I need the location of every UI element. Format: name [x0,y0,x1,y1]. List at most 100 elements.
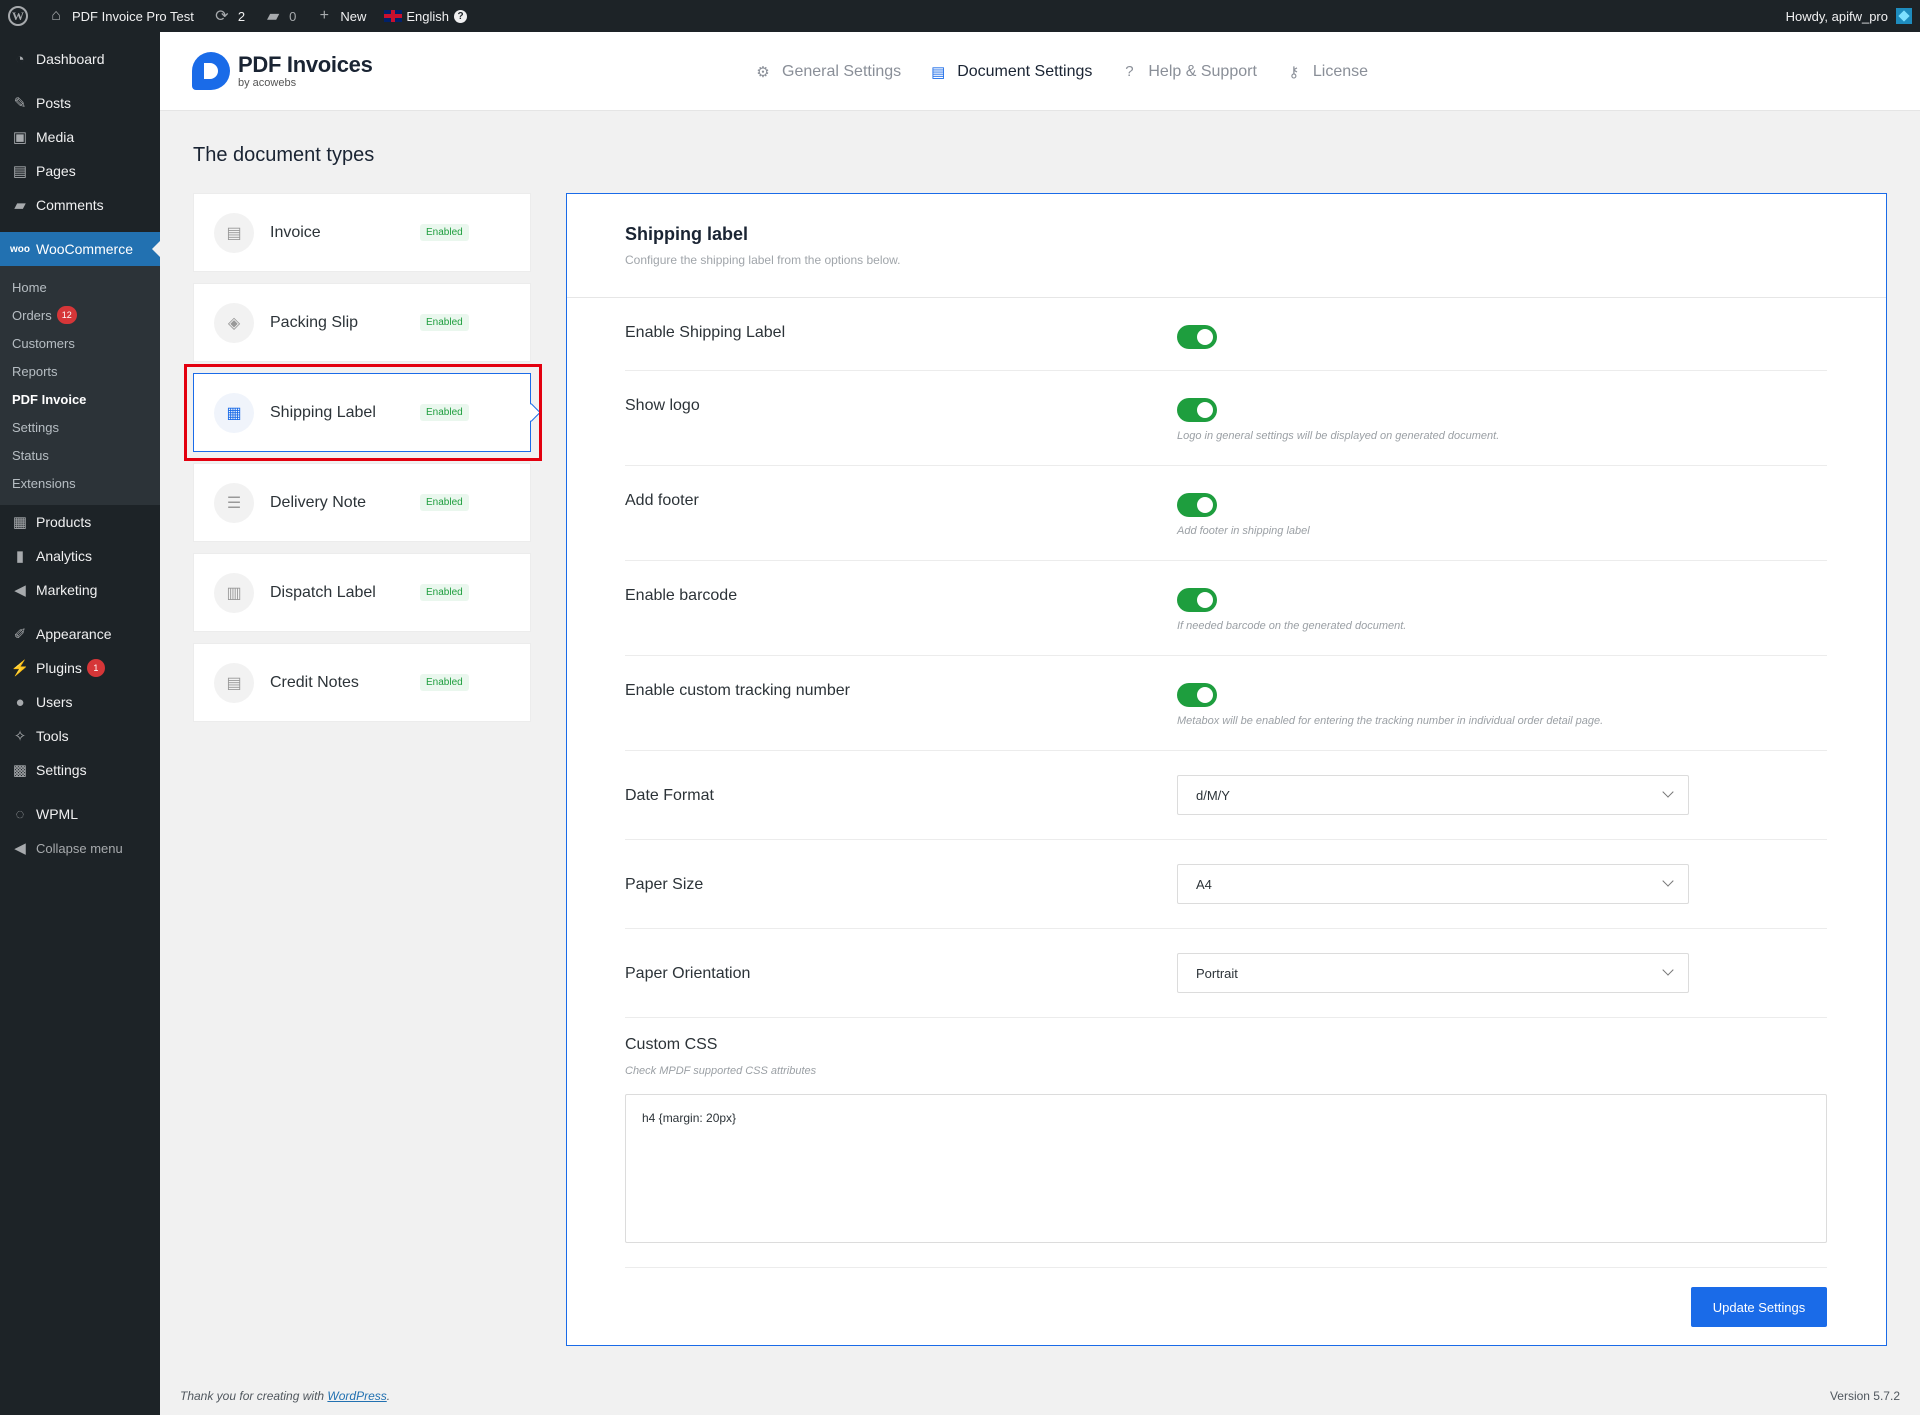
setting-label: Paper Orientation [625,965,751,982]
sidebar-item-woocommerce[interactable]: woo WooCommerce [0,232,160,266]
date-format-select[interactable]: d/M/Y [1177,775,1689,815]
show-logo-toggle[interactable] [1177,398,1217,422]
doc-card-packing-slip[interactable]: ◈ Packing Slip Enabled [193,283,531,362]
tab-general-settings[interactable]: ⚙ General Settings [754,63,901,81]
sidebar-item-label: Appearance [36,626,112,642]
submenu-label: PDF Invoice [12,391,87,407]
status-badge: Enabled [420,584,469,601]
submenu-item-home[interactable]: Home [0,273,160,301]
doc-card-credit-notes[interactable]: ▤ Credit Notes Enabled [193,643,531,722]
submenu-label: Orders [12,307,52,323]
sidebar-item-appearance[interactable]: ✐ Appearance [0,617,160,651]
sidebar-item-media[interactable]: ▣ Media [0,120,160,154]
help-circle-icon: ? [1125,63,1134,80]
sidebar-item-users[interactable]: ● Users [0,685,160,719]
sidebar-item-analytics[interactable]: ▮ Analytics [0,539,160,573]
doc-card-invoice[interactable]: ▤ Invoice Enabled [193,193,531,272]
setting-description: Add footer in shipping label [1177,525,1310,537]
chevron-down-icon [1662,964,1674,976]
page-title: The document types [193,144,375,166]
updates-link[interactable]: ⟳ 2 [203,0,254,32]
add-footer-toggle[interactable] [1177,493,1217,517]
enable-shipping-label-toggle[interactable] [1177,325,1217,349]
tab-label: Document Settings [957,62,1093,80]
sidebar-item-label: WPML [36,806,78,822]
doc-card-delivery-note[interactable]: ☰ Delivery Note Enabled [193,463,531,542]
custom-tracking-toggle[interactable] [1177,683,1217,707]
sidebar-item-tools[interactable]: ✧ Tools [0,719,160,753]
panel-subtitle: Configure the shipping label from the op… [625,253,901,267]
submenu-item-settings[interactable]: Settings [0,413,160,441]
updates-count: 2 [237,8,246,24]
select-value: Portrait [1196,965,1238,981]
submenu-item-extensions[interactable]: Extensions [0,469,160,497]
submenu-item-status[interactable]: Status [0,441,160,469]
sidebar-item-settings[interactable]: ▩ Settings [0,753,160,787]
sidebar-item-label: Analytics [36,548,93,564]
settings-icon: ▩ [12,762,28,779]
submenu-label: Settings [12,419,59,435]
sidebar-item-label: Pages [36,163,76,179]
new-label: New [340,8,367,24]
wordpress-link[interactable]: WordPress [327,1389,386,1403]
language-switcher[interactable]: English ? [375,0,476,32]
setting-row-paper-size: Paper Size A4 [625,840,1827,929]
submenu-item-orders[interactable]: Orders 12 [0,301,160,329]
sidebar-item-marketing[interactable]: ◀ Marketing [0,573,160,607]
update-settings-button[interactable]: Update Settings [1691,1287,1827,1327]
setting-label: Date Format [625,787,714,804]
submenu-label: Extensions [12,475,76,491]
tab-license[interactable]: ⚷ License [1285,63,1368,81]
sidebar-item-comments[interactable]: ▰ Comments [0,188,160,222]
orders-count-badge: 12 [56,306,77,324]
submenu-item-pdf-invoice[interactable]: PDF Invoice [0,385,160,413]
doc-card-dispatch-label[interactable]: ▥ Dispatch Label Enabled [193,553,531,632]
comments-link[interactable]: ▰ 0 [254,0,305,32]
admin-bar: W ⌂ PDF Invoice Pro Test ⟳ 2 ▰ 0 + New E… [0,0,1920,32]
paper-orientation-select[interactable]: Portrait [1177,953,1689,993]
sidebar-item-wpml[interactable]: ◌ WPML [0,797,160,831]
new-content-link[interactable]: + New [305,0,375,32]
doc-name: Invoice [270,223,321,241]
comment-icon: ▰ [266,8,280,25]
custom-css-textarea[interactable]: h4 {margin: 20px} [625,1094,1827,1243]
setting-label: Enable barcode [625,587,738,604]
doc-name: Dispatch Label [270,583,376,601]
status-badge: Enabled [420,494,469,511]
select-value: A4 [1196,876,1212,892]
sidebar-item-products[interactable]: ▦ Products [0,505,160,539]
setting-label: Enable custom tracking number [625,682,850,699]
sidebar-item-posts[interactable]: ✎ Posts [0,86,160,120]
chevron-down-icon [1662,875,1674,887]
products-icon: ▦ [12,514,28,531]
delivery-icon: ☰ [214,482,254,523]
sidebar-item-pages[interactable]: ▤ Pages [0,154,160,188]
sidebar-item-plugins[interactable]: ⚡ Plugins 1 [0,651,160,685]
submenu-item-reports[interactable]: Reports [0,357,160,385]
paper-size-select[interactable]: A4 [1177,864,1689,904]
setting-label: Add footer [625,492,699,509]
brush-icon: ✐ [13,626,27,643]
collapse-menu-button[interactable]: ◀ Collapse menu [0,831,160,865]
howdy-text: Howdy, apifw_pro [1785,8,1888,24]
wordpress-menu[interactable]: W [0,0,37,32]
enable-barcode-toggle[interactable] [1177,588,1217,612]
tab-help-support[interactable]: ? Help & Support [1120,63,1257,81]
plugins-icon: ⚡ [10,660,30,677]
admin-sidebar: ◔ Dashboard ✎ Posts ▣ Media ▤ Pages ▰ Co… [0,32,160,1415]
submenu-item-customers[interactable]: Customers [0,329,160,357]
language-label: English [406,8,449,24]
panel-header: Shipping label Configure the shipping la… [567,194,1886,298]
tab-document-settings[interactable]: ▤ Document Settings [929,63,1092,81]
my-account[interactable]: Howdy, apifw_pro [1786,0,1920,32]
setting-label: Custom CSS [625,1036,718,1053]
setting-row-paper-orientation: Paper Orientation Portrait [625,929,1827,1018]
site-name-link[interactable]: ⌂ PDF Invoice Pro Test [37,0,203,32]
sidebar-item-label: Media [36,129,75,145]
barcode-icon: ▥ [214,572,254,613]
sidebar-item-dashboard[interactable]: ◔ Dashboard [0,42,160,76]
select-value: d/M/Y [1196,787,1230,803]
tab-label: General Settings [782,62,902,80]
logo-subtitle: by acowebs [238,77,297,89]
document-icon: ▤ [931,63,946,81]
